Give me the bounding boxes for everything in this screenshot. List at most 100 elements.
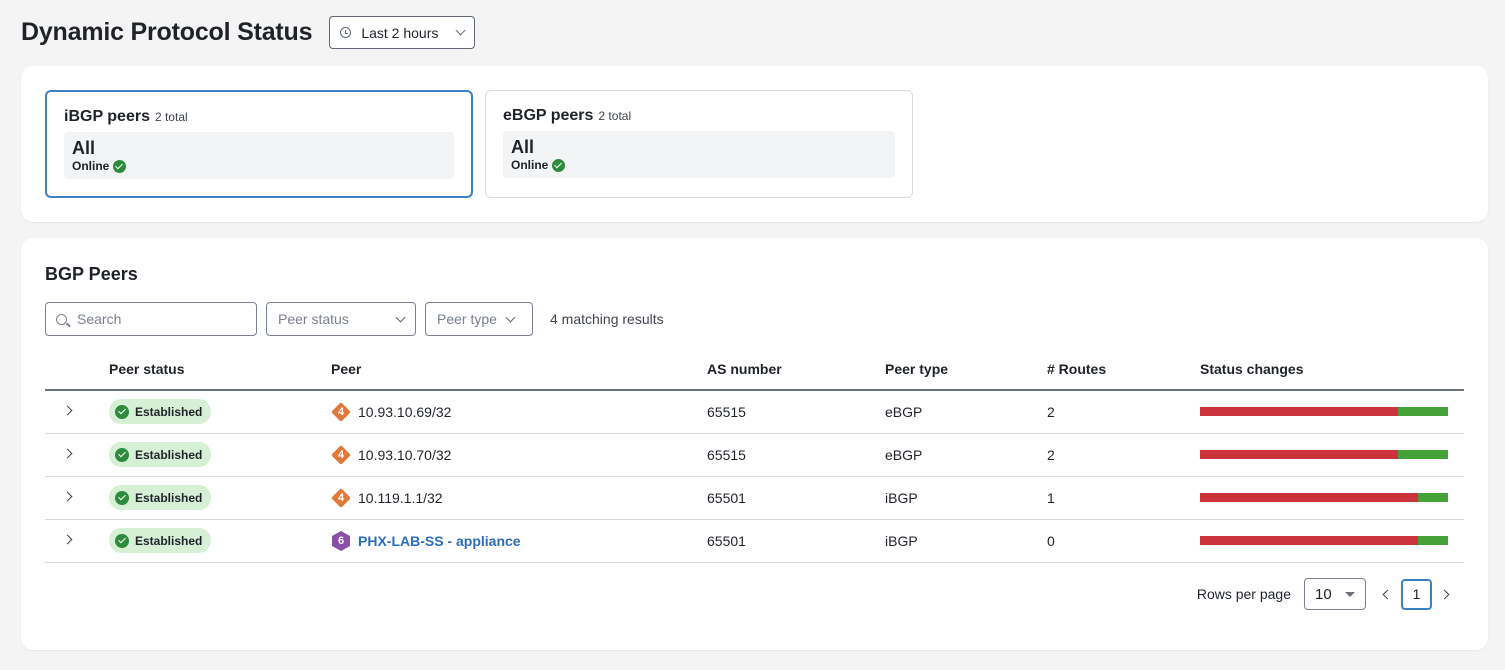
- ibgp-peers-card[interactable]: iBGP peers 2 total All Online: [45, 90, 473, 198]
- status-badge: Established: [109, 485, 212, 510]
- rows-per-page-label: Rows per page: [1196, 586, 1291, 602]
- status-changes-cell: [1200, 519, 1464, 563]
- peer-type-cell: iBGP: [885, 476, 1047, 520]
- bar-segment-red: [1200, 450, 1399, 459]
- table-header-row: Peer status Peer AS number Peer type # R…: [45, 348, 1464, 391]
- check-circle-icon: [552, 158, 566, 172]
- bgp-peers-table: Peer status Peer AS number Peer type # R…: [45, 348, 1464, 563]
- column-peer-status[interactable]: Peer status: [109, 348, 331, 391]
- card-count: 2 total: [598, 109, 632, 123]
- clock-icon: [340, 27, 352, 38]
- table-row[interactable]: Established 4 10.119.1.1/32 65501 iBGP 1: [45, 476, 1464, 520]
- check-circle-icon: [115, 490, 129, 505]
- bar-segment-red: [1200, 536, 1419, 545]
- routes-cell: 0: [1047, 519, 1200, 563]
- status-badge: Established: [109, 442, 212, 467]
- peer-status-filter-label: Peer status: [278, 311, 349, 327]
- check-circle-icon: [113, 159, 127, 173]
- chevron-right-icon[interactable]: [62, 405, 73, 416]
- routes-cell: 2: [1047, 433, 1200, 477]
- table-row[interactable]: Established 4 10.93.10.69/32 65515 eBGP 2: [45, 390, 1464, 434]
- check-circle-icon: [115, 533, 129, 548]
- bgp-peers-panel: BGP Peers Search Peer status Peer type 4…: [21, 238, 1488, 650]
- bar-segment-green: [1418, 493, 1448, 502]
- status-changes-cell: [1200, 433, 1464, 477]
- ip-version-label: 4: [337, 448, 345, 461]
- peer-status-cell: Established: [109, 433, 331, 477]
- status-changes-cell: [1200, 390, 1464, 434]
- status-text: Established: [135, 490, 203, 505]
- current-page-button[interactable]: 1: [1401, 578, 1432, 610]
- status-text: Established: [135, 447, 203, 462]
- chevron-down-icon: [505, 312, 516, 322]
- peer-cell: 6 PHX-LAB-SS - appliance: [331, 519, 707, 563]
- card-status-box: All Online: [503, 131, 895, 178]
- time-range-value: Last 2 hours: [361, 24, 439, 41]
- column-peer-type[interactable]: Peer type: [885, 348, 1047, 391]
- filter-bar: Search Peer status Peer type 4 matching …: [45, 302, 664, 336]
- summary-panel: iBGP peers 2 total All Online eBGP peers…: [21, 66, 1488, 222]
- chevron-right-icon[interactable]: [62, 534, 73, 544]
- column-routes[interactable]: # Routes: [1047, 348, 1200, 391]
- chevron-right-icon[interactable]: [62, 491, 73, 501]
- chevron-down-icon: [395, 312, 406, 322]
- expand-cell[interactable]: [45, 390, 109, 434]
- peer-link[interactable]: PHX-LAB-SS - appliance: [358, 533, 521, 549]
- status-badge: Established: [109, 399, 212, 425]
- card-count: 2 total: [154, 110, 188, 124]
- as-number-cell: 65515: [707, 433, 885, 477]
- page-header: Dynamic Protocol Status Last 2 hours: [21, 16, 476, 49]
- search-input[interactable]: Search: [45, 302, 257, 336]
- expand-cell[interactable]: [45, 519, 109, 563]
- chevron-down-icon: [455, 25, 466, 36]
- table-row[interactable]: Established 4 10.93.10.70/32 65515 eBGP 2: [45, 433, 1464, 477]
- status-changes-bar: [1200, 493, 1448, 502]
- status-text: Established: [135, 533, 203, 548]
- as-number-cell: 65515: [707, 390, 885, 434]
- card-status-box: All Online: [64, 132, 454, 179]
- bar-segment-green: [1418, 536, 1448, 545]
- peer-cell: 4 10.119.1.1/32: [331, 476, 707, 520]
- column-status-changes[interactable]: Status changes: [1200, 348, 1464, 391]
- peer-type-filter[interactable]: Peer type: [425, 302, 533, 336]
- card-value: All: [511, 137, 535, 157]
- status-badge: Established: [109, 528, 212, 553]
- match-count: 4 matching results: [550, 311, 664, 327]
- peer-status-filter[interactable]: Peer status: [266, 302, 416, 336]
- peer-address: 10.93.10.70/32: [358, 446, 452, 463]
- column-as-number[interactable]: AS number: [707, 348, 885, 391]
- section-title: BGP Peers: [45, 264, 138, 284]
- as-number-cell: 65501: [707, 519, 885, 563]
- ip-version-label: 4: [337, 405, 345, 418]
- chevron-right-icon[interactable]: [1439, 589, 1450, 599]
- expand-cell[interactable]: [45, 476, 109, 520]
- peer-status-cell: Established: [109, 476, 331, 520]
- peer-cell: 4 10.93.10.70/32: [331, 433, 707, 477]
- caret-down-icon: [1345, 591, 1355, 597]
- card-status: Online: [72, 159, 110, 173]
- status-changes-cell: [1200, 476, 1464, 520]
- peer-type-filter-label: Peer type: [437, 311, 497, 327]
- card-value: All: [72, 138, 96, 158]
- bar-segment-red: [1200, 493, 1419, 502]
- peer-type-cell: eBGP: [885, 390, 1047, 434]
- bar-segment-red: [1200, 407, 1399, 417]
- bar-segment-green: [1398, 407, 1448, 417]
- expand-cell[interactable]: [45, 433, 109, 477]
- ebgp-peers-card[interactable]: eBGP peers 2 total All Online: [485, 90, 913, 198]
- peer-cell: 4 10.93.10.69/32: [331, 390, 707, 434]
- column-peer[interactable]: Peer: [331, 348, 707, 391]
- peer-type-cell: eBGP: [885, 433, 1047, 477]
- card-title: eBGP peers: [503, 107, 594, 124]
- peer-address: 10.119.1.1/32: [358, 489, 443, 506]
- table-row[interactable]: Established 6 PHX-LAB-SS - appliance 65501 i…: [45, 519, 1464, 563]
- bar-segment-green: [1398, 450, 1448, 459]
- time-range-select[interactable]: Last 2 hours: [329, 16, 476, 49]
- check-circle-icon: [115, 447, 129, 462]
- chevron-left-icon[interactable]: [1382, 589, 1393, 599]
- routes-cell: 2: [1047, 390, 1200, 434]
- chevron-right-icon[interactable]: [62, 448, 73, 458]
- rows-per-page-select[interactable]: 10: [1304, 578, 1366, 610]
- ipv6-icon: 6: [331, 530, 351, 552]
- as-number-cell: 65501: [707, 476, 885, 520]
